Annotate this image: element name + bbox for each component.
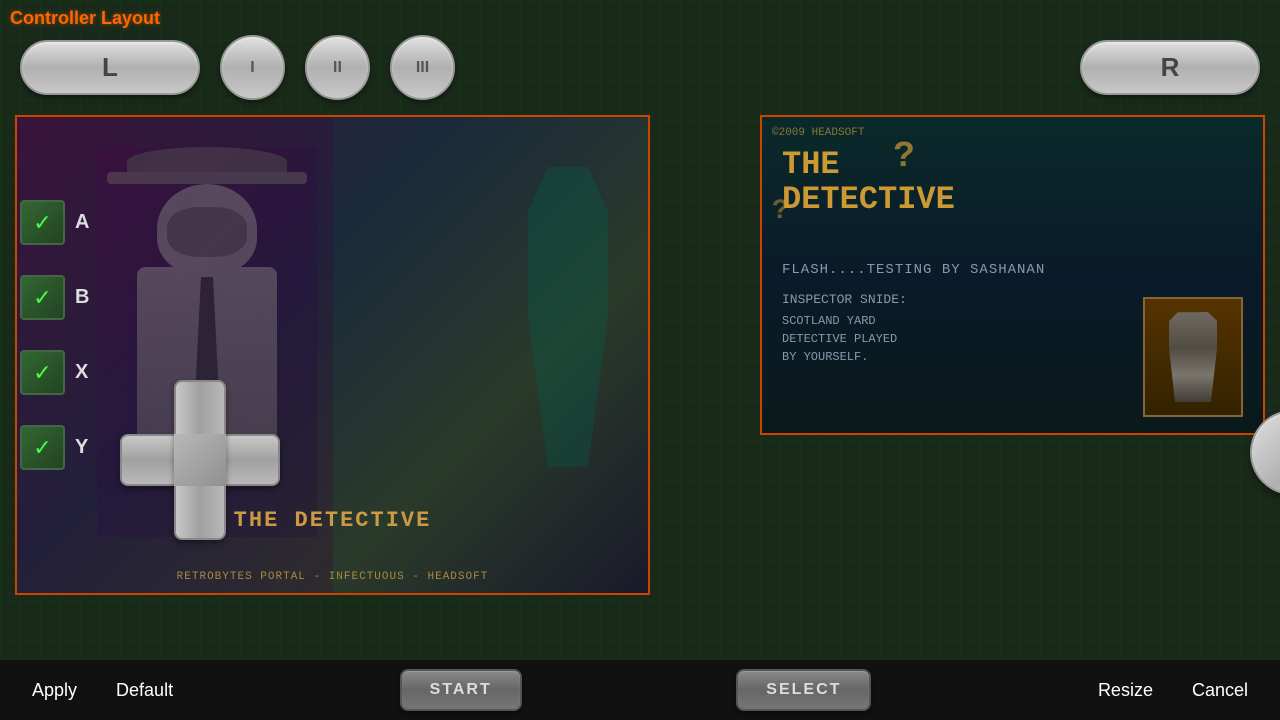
game-bottom-text: RETROBYTES PORTAL - INFECTUOUS - HEADSOF… [177,571,489,583]
cancel-button[interactable]: Cancel [1180,672,1260,709]
default-button[interactable]: Default [104,672,185,709]
I-button[interactable]: I [220,35,285,100]
L-button[interactable]: L [20,40,200,95]
start-button[interactable]: START [400,669,522,711]
III-button[interactable]: III [390,35,455,100]
check-label-Y: Y [75,436,88,459]
dpad-center [174,434,226,486]
button-checks: ✓ A ✓ B ✓ X ✓ Y [20,200,89,470]
game-screenshot-right: ©2009 HEADSOFT THE DETECTIVE ? ? FLASH..… [762,117,1263,433]
top-button-row: L I II III R [0,35,1280,100]
game-desc: SCOTLAND YARD DETECTIVE PLAYED BY YOURSE… [782,312,897,366]
check-row-A[interactable]: ✓ A [20,200,89,245]
select-button[interactable]: SELECT [736,669,871,711]
check-label-B: B [75,286,89,309]
game-copyright: ©2009 HEADSOFT [772,127,864,139]
portrait-figure [1163,312,1223,402]
dpad[interactable] [120,380,280,540]
right-game-area: ©2009 HEADSOFT THE DETECTIVE ? ? FLASH..… [760,115,1265,435]
check-row-B[interactable]: ✓ B [20,275,89,320]
R-button[interactable]: R [1080,40,1260,95]
game-title: THE DETECTIVE ? ? [782,147,955,217]
checkbox-X[interactable]: ✓ [20,350,65,395]
check-label-X: X [75,361,88,384]
page-title: Controller Layout [10,8,160,29]
bottom-bar: Apply Default START SELECT Resize Cancel [0,660,1280,720]
check-row-X[interactable]: ✓ X [20,350,89,395]
game-flash-text: FLASH....TESTING BY SASHANAN [782,262,1045,278]
checkbox-B[interactable]: ✓ [20,275,65,320]
detective-portrait [1143,297,1243,417]
left-game-area: THE DETECTIVE RETROBYTES PORTAL - INFECT… [15,115,650,595]
checkbox-Y[interactable]: ✓ [20,425,65,470]
dpad-container[interactable] [120,380,280,540]
game-screenshot-left: THE DETECTIVE RETROBYTES PORTAL - INFECT… [17,117,648,593]
check-label-A: A [75,211,89,234]
game-inspector: INSPECTOR SNIDE: [782,292,907,307]
apply-button[interactable]: Apply [20,672,89,709]
II-button[interactable]: II [305,35,370,100]
resize-button[interactable]: Resize [1086,672,1165,709]
check-row-Y[interactable]: ✓ Y [20,425,89,470]
checkbox-A[interactable]: ✓ [20,200,65,245]
